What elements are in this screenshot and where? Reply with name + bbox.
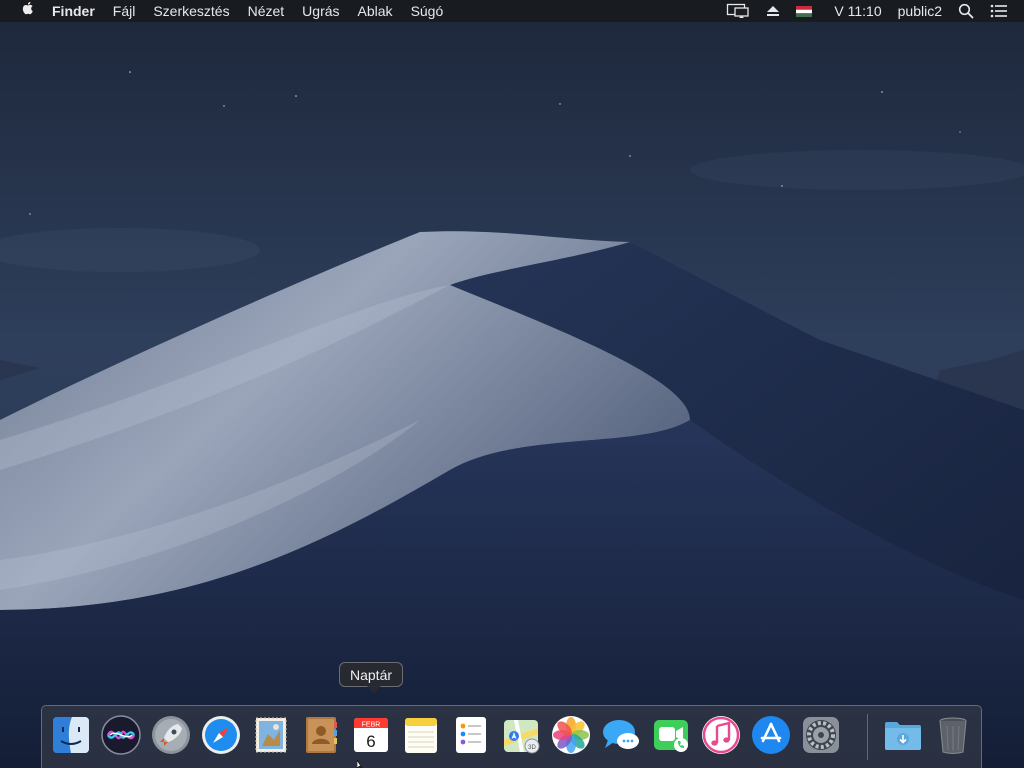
- user-menu[interactable]: public2: [890, 0, 950, 22]
- dock-item-siri[interactable]: [100, 714, 142, 756]
- dock-item-maps[interactable]: 3D: [500, 714, 542, 756]
- apple-logo-icon: [22, 1, 33, 15]
- wallpaper: [0, 0, 1024, 768]
- mail-stamp-icon: [255, 717, 287, 753]
- notification-center-button[interactable]: [982, 4, 1016, 18]
- dock-item-downloads[interactable]: [882, 714, 924, 756]
- dock-item-system-preferences[interactable]: [800, 714, 842, 756]
- spotlight-button[interactable]: [950, 3, 982, 19]
- dock-item-notes[interactable]: [400, 714, 442, 756]
- app-store-icon: [752, 716, 790, 754]
- launchpad-rocket-icon: [152, 716, 190, 754]
- menu-window[interactable]: Ablak: [349, 0, 402, 22]
- maps-icon: 3D: [504, 720, 540, 754]
- dock-item-finder[interactable]: [50, 714, 92, 756]
- menu-bar: Finder Fájl Szerkesztés Nézet Ugrás Abla…: [0, 0, 1024, 22]
- dock-item-calendar[interactable]: FEBR 6: [350, 714, 392, 756]
- dock-item-app-store[interactable]: [750, 714, 792, 756]
- system-preferences-gear-icon: [803, 717, 839, 753]
- reminders-icon: [456, 717, 486, 753]
- dock-item-facetime[interactable]: [650, 714, 692, 756]
- calendar-month-label: FEBR: [362, 722, 381, 729]
- airplay-display-menu[interactable]: [718, 3, 758, 19]
- calendar-icon: FEBR 6: [354, 718, 388, 752]
- mouse-cursor-icon: [357, 760, 363, 768]
- dock-tooltip: Naptár: [339, 662, 404, 687]
- facetime-icon: [654, 720, 688, 752]
- itunes-icon: [702, 716, 740, 754]
- eject-menu[interactable]: [758, 4, 788, 18]
- svg-text:3D: 3D: [528, 745, 536, 751]
- menu-help[interactable]: Súgó: [402, 0, 453, 22]
- siri-icon: [101, 715, 141, 755]
- dock-item-safari[interactable]: [200, 714, 242, 756]
- dock-tooltip-arrow: [367, 686, 381, 694]
- notes-icon: [405, 718, 437, 753]
- input-source-menu[interactable]: [788, 5, 820, 17]
- apple-menu[interactable]: [20, 0, 38, 22]
- dock-item-reminders[interactable]: [450, 714, 492, 756]
- airplay-display-icon: [727, 3, 750, 18]
- desktop[interactable]: Finder Fájl Szerkesztés Nézet Ugrás Abla…: [0, 0, 1024, 768]
- dock-item-launchpad[interactable]: [150, 714, 192, 756]
- notification-center-icon: [990, 4, 1007, 18]
- dock: FEBR 6 3D: [41, 705, 982, 768]
- contacts-book-icon: [306, 717, 337, 753]
- menu-view[interactable]: Nézet: [239, 0, 294, 22]
- messages-icon: [603, 720, 639, 749]
- dock-item-contacts[interactable]: [300, 714, 342, 756]
- eject-icon: [767, 6, 780, 16]
- clock[interactable]: V 11:10: [820, 0, 889, 22]
- photos-icon: [552, 716, 590, 754]
- dock-item-photos[interactable]: [550, 714, 592, 756]
- dock-item-itunes[interactable]: [700, 714, 742, 756]
- menu-go[interactable]: Ugrás: [293, 0, 348, 22]
- calendar-day-label: 6: [366, 732, 375, 751]
- dock-separator: [867, 714, 868, 760]
- trash-icon: [939, 717, 967, 754]
- safari-compass-icon: [202, 716, 240, 754]
- dock-item-messages[interactable]: [600, 714, 642, 756]
- menu-bar-left: Finder Fájl Szerkesztés Nézet Ugrás Abla…: [20, 0, 452, 22]
- app-menu-finder[interactable]: Finder: [38, 0, 104, 22]
- dock-item-mail[interactable]: [250, 714, 292, 756]
- menu-edit[interactable]: Szerkesztés: [144, 0, 238, 22]
- downloads-folder-icon: [885, 722, 921, 750]
- spotlight-search-icon: [958, 3, 974, 19]
- menu-file[interactable]: Fájl: [104, 0, 145, 22]
- finder-icon: [53, 717, 89, 753]
- hungarian-flag-icon: [796, 5, 813, 17]
- dock-item-trash[interactable]: [932, 714, 974, 756]
- menu-bar-status: V 11:10 public2: [718, 0, 1016, 22]
